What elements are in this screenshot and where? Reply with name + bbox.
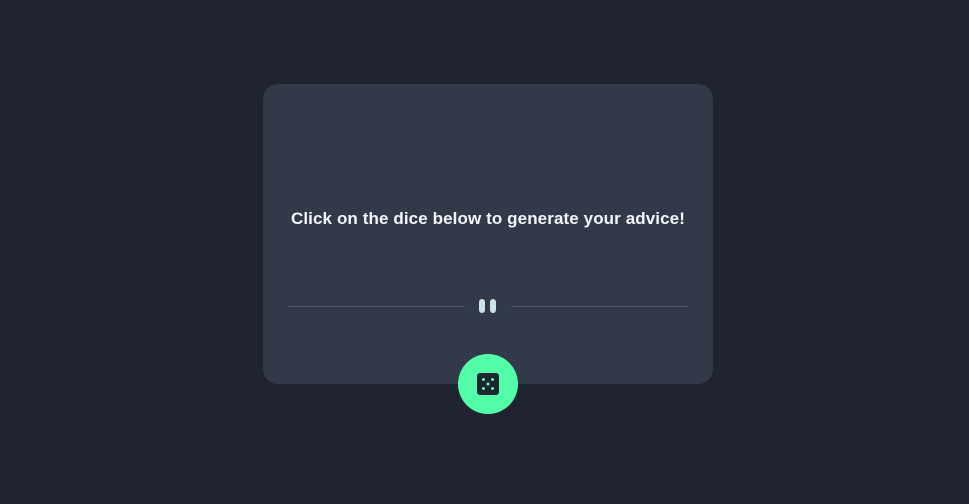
dice-icon: [477, 373, 499, 395]
advice-card: Click on the dice below to generate your…: [263, 84, 713, 384]
pause-icon: [478, 298, 498, 314]
generate-advice-button[interactable]: [458, 354, 518, 414]
divider-line-right: [511, 306, 688, 307]
pause-icon-bar-right: [490, 299, 496, 313]
pause-icon-bar-left: [479, 299, 485, 313]
advice-text: Click on the dice below to generate your…: [290, 209, 685, 228]
divider-line-left: [288, 306, 465, 307]
pattern-divider: [288, 298, 688, 314]
